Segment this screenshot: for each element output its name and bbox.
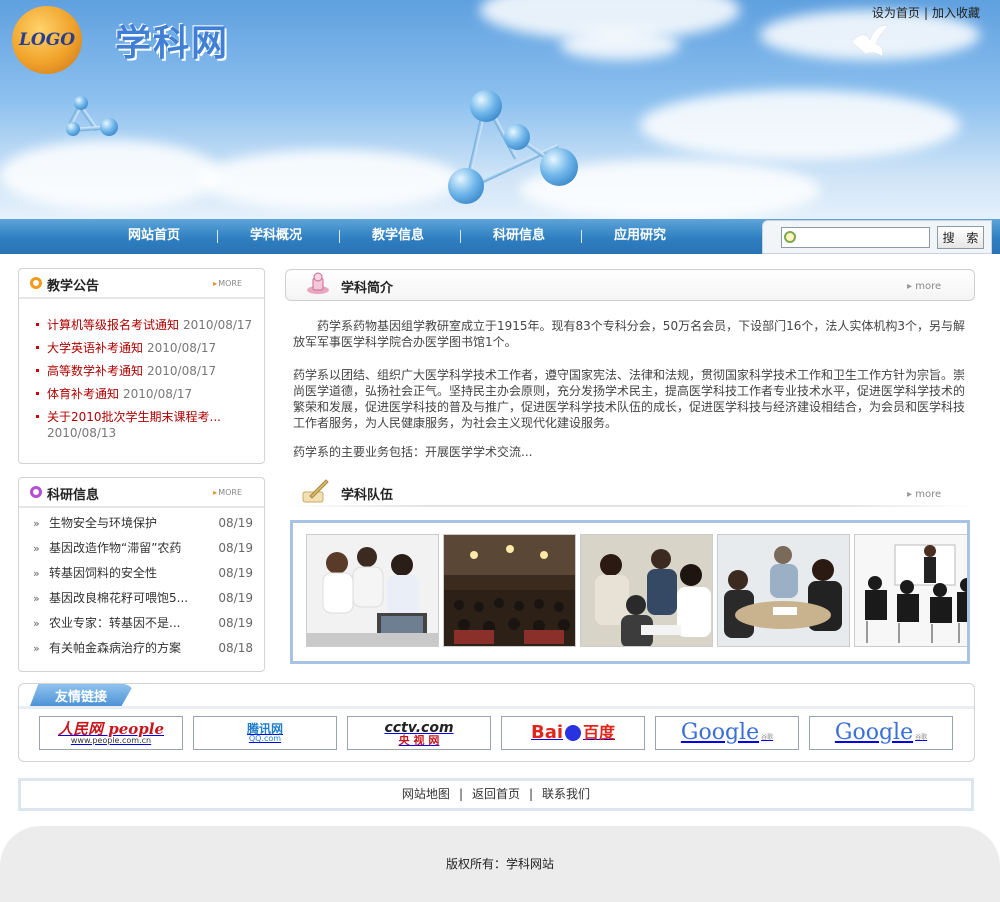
- top-links: 设为首页 | 加入收藏: [871, 6, 980, 20]
- list-item[interactable]: 大学英语补考通知 2010/08/17: [36, 340, 267, 356]
- research-bullet-icon: [30, 486, 42, 498]
- search-input[interactable]: [781, 227, 930, 248]
- friend-links-divider: [19, 706, 974, 709]
- research-list: 生物安全与环境保护08/19 基因改造作物“滞留”农药08/19 转基因饲料的安…: [33, 516, 253, 666]
- notice-panel: 教学公告 MORE 计算机等级报名考试通知2010/08/17 大学英语补考通知…: [18, 268, 265, 464]
- team-underline: [285, 505, 975, 507]
- contact-link[interactable]: 联系我们: [542, 787, 590, 801]
- nav-item-home[interactable]: 网站首页: [128, 219, 180, 254]
- set-homepage-link[interactable]: 设为首页: [872, 6, 920, 20]
- nav-item-application[interactable]: 应用研究: [614, 219, 666, 254]
- stamp-icon: [307, 272, 329, 294]
- nav-item-research[interactable]: 科研信息: [493, 219, 545, 254]
- notice-more-link[interactable]: MORE: [213, 279, 242, 288]
- google-logo-link-2[interactable]: Google 谷歌: [809, 716, 953, 750]
- logo[interactable]: LOGO: [12, 6, 82, 74]
- list-item[interactable]: 生物安全与环境保护08/19: [33, 516, 253, 541]
- team-photo-1[interactable]: [306, 534, 439, 647]
- copyright-text: 版权所有：学科网站: [445, 857, 554, 871]
- list-item[interactable]: 转基因饲料的安全性08/19: [33, 566, 253, 591]
- list-item[interactable]: 关于2010批次学生期末课程考... 2010/08/13: [36, 409, 267, 441]
- list-item[interactable]: 体育补考通知 2010/08/17: [36, 386, 267, 402]
- notice-bullet-icon: [30, 277, 42, 289]
- nav-item-overview[interactable]: 学科概况: [250, 219, 302, 254]
- search-button[interactable]: 搜 索: [937, 226, 984, 249]
- team-photo-2[interactable]: [443, 534, 576, 647]
- team-photo-5[interactable]: [854, 534, 967, 647]
- team-photo-3[interactable]: [580, 534, 713, 647]
- footer-nav: 网站地图 | 返回首页 | 联系我们: [18, 778, 974, 811]
- add-favorite-link[interactable]: 加入收藏: [932, 6, 980, 20]
- site-title: 学科网: [115, 23, 230, 64]
- nav-item-teaching[interactable]: 教学信息: [372, 219, 424, 254]
- list-item[interactable]: 农业专家：转基因不是...08/19: [33, 616, 253, 641]
- research-title: 科研信息: [47, 488, 100, 503]
- logo-text: LOGO: [18, 30, 76, 50]
- list-item[interactable]: 基因改良棉花籽可喂饱5...08/19: [33, 591, 253, 616]
- intro-paragraph-2: 药学系以团结、组织广大医学科学技术工作者，遵守国家宪法、法律和法规，贯彻国家科学…: [293, 368, 966, 430]
- qq-logo-link[interactable]: 腾讯网 QQ.com: [193, 716, 337, 750]
- team-more-link[interactable]: more: [907, 489, 941, 500]
- sitemap-link[interactable]: 网站地图: [402, 787, 450, 801]
- friend-links-title: 友情链接: [55, 690, 108, 705]
- header-banner: LOGO 学科网 设为首页 | 加入收藏: [0, 0, 1000, 220]
- intro-paragraph-3: 药学系的主要业务包括：开展医学学术交流...: [293, 445, 533, 459]
- list-item[interactable]: 高等数学补考通知 2010/08/17: [36, 363, 267, 379]
- molecule-small-icon: [62, 92, 122, 142]
- notice-list: 计算机等级报名考试通知 2010/08/17 大学英语补考通知 2010/08/17…: [36, 317, 267, 448]
- intro-title: 学科简介: [341, 281, 394, 296]
- dove-icon: [851, 25, 889, 57]
- list-item[interactable]: 基因改造作物“滞留”农药08/19: [33, 541, 253, 566]
- baidu-paw-icon: [565, 725, 582, 741]
- baidu-logo-link[interactable]: Bai 百度: [501, 716, 645, 750]
- intro-paragraph-1: 药学系药物基因组学教研室成立于1915年。现有83个专科分会，50万名会员，下设…: [293, 319, 965, 349]
- team-photo-4[interactable]: [717, 534, 850, 647]
- google-logo-link[interactable]: Google 谷歌: [655, 716, 799, 750]
- team-title: 学科队伍: [341, 488, 394, 503]
- team-photo-strip: [290, 520, 970, 664]
- list-item[interactable]: 有关帕金森病治疗的方案08/18: [33, 641, 253, 666]
- quill-icon: [302, 479, 329, 503]
- notice-title: 教学公告: [47, 279, 100, 294]
- molecule-large-icon: [440, 86, 590, 216]
- people-logo-link[interactable]: 人民网 people www.people.com.cn: [39, 716, 183, 750]
- research-panel: 科研信息 MORE 生物安全与环境保护08/19 基因改造作物“滞留”农药08/…: [18, 477, 265, 672]
- back-home-link[interactable]: 返回首页: [472, 787, 520, 801]
- research-more-link[interactable]: MORE: [213, 488, 242, 497]
- cctv-logo-link[interactable]: cctv.com 央 视 网: [347, 716, 491, 750]
- intro-more-link[interactable]: more: [907, 281, 941, 292]
- search-icon: [784, 231, 796, 243]
- list-item[interactable]: 计算机等级报名考试通知 2010/08/17: [36, 317, 267, 333]
